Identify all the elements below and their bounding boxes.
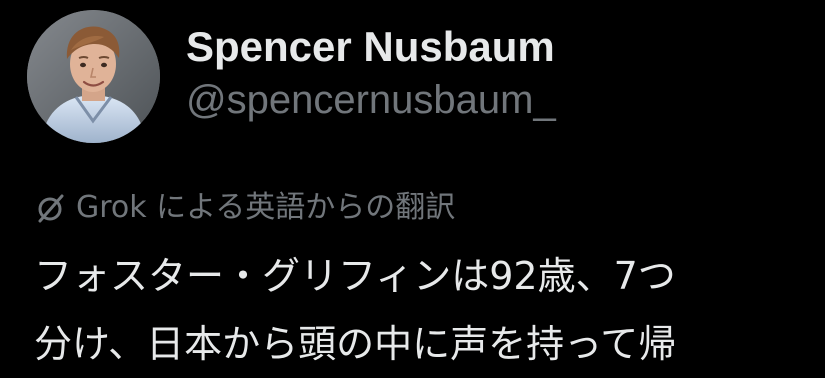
translation-label: Grok による英語からの翻訳 xyxy=(34,188,455,228)
tweet-author: Spencer Nusbaum @spencernusbaum_ xyxy=(27,10,556,143)
tweet-line: 分け、日本から頭の中に声を持って帰 xyxy=(34,322,677,366)
user-handle[interactable]: @spencernusbaum_ xyxy=(186,76,556,124)
tweet-body: フォスター・グリフィンは92歳、7つ 分け、日本から頭の中に声を持って帰 xyxy=(34,242,825,378)
translation-text: Grok による英語からの翻訳 xyxy=(76,190,456,225)
tweet-line: フォスター・グリフィンは92歳、7つ xyxy=(34,254,676,298)
slashed-circle-icon xyxy=(34,192,66,224)
avatar[interactable] xyxy=(27,10,160,143)
author-info: Spencer Nusbaum @spencernusbaum_ xyxy=(186,22,556,124)
display-name[interactable]: Spencer Nusbaum xyxy=(186,22,556,72)
